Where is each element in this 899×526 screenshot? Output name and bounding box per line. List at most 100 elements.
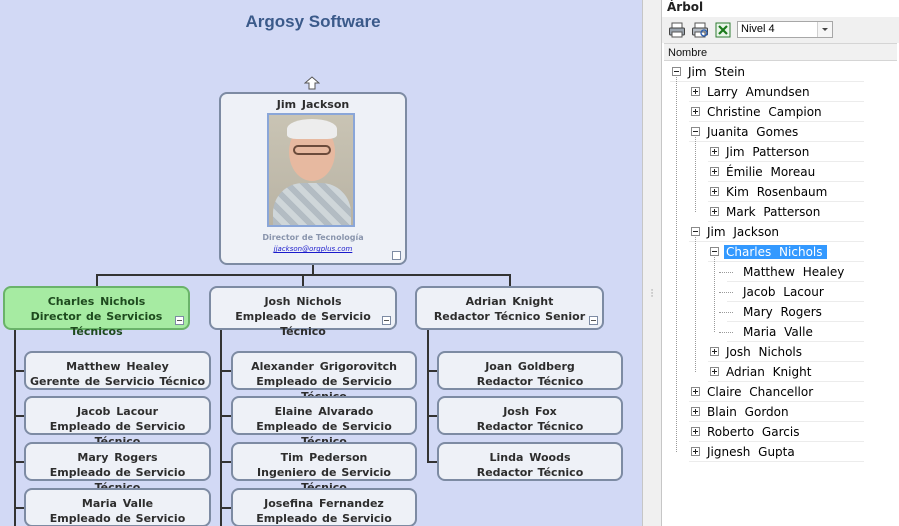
expand-icon[interactable] — [691, 427, 700, 436]
tree-item-label: Charles Nichols — [724, 245, 827, 259]
tree-item-label: Juanita Gomes — [707, 125, 799, 139]
node-title: Redactor Técnico Senior — [433, 310, 586, 323]
printer-icon[interactable] — [668, 21, 686, 39]
node-title: Gerente de Servicio Técnico — [29, 375, 206, 388]
tree-item[interactable]: Jim Stein — [670, 62, 864, 82]
collapse-icon[interactable] — [672, 67, 681, 76]
collapse-icon[interactable] — [589, 316, 598, 325]
tree-item-label: Kim Rosenbaum — [726, 185, 828, 199]
expand-icon[interactable] — [710, 347, 719, 356]
tree-guide — [695, 237, 696, 372]
tree-guide — [714, 257, 715, 332]
chart-title: Argosy Software — [245, 12, 381, 31]
node-name: Maria Valle — [81, 497, 154, 510]
node-name: Jacob Lacour — [76, 405, 159, 418]
org-node-manager[interactable]: Charles Nichols Director de Servicios Té… — [3, 286, 190, 338]
tree-item[interactable]: Claire Chancellor — [689, 382, 864, 402]
level-select[interactable]: Nivel 4 — [737, 21, 833, 38]
org-node-report[interactable]: Jacob Lacour Empleado de Servicio Técnic… — [24, 396, 211, 448]
org-node-report[interactable]: Joan Goldberg Redactor Técnico — [437, 351, 623, 390]
collapse-icon[interactable] — [392, 251, 401, 260]
org-node-manager[interactable]: Adrian Knight Redactor Técnico Senior — [415, 286, 604, 330]
grip-icon: · · · — [650, 286, 654, 302]
collapse-icon[interactable] — [382, 316, 391, 325]
tree-item[interactable]: Kim Rosenbaum — [708, 182, 864, 202]
collapse-icon[interactable] — [691, 227, 700, 236]
tree-item[interactable]: Émilie Moreau — [708, 162, 864, 182]
org-node-report[interactable]: Matthew Healey Gerente de Servicio Técni… — [24, 351, 211, 390]
connector-col2-trunk — [220, 330, 222, 526]
org-node-report[interactable]: Tim Pederson Ingeniero de Servicio Técni… — [231, 442, 417, 494]
org-chart-canvas[interactable]: Argosy Software Jim Jackson Director de … — [0, 0, 642, 526]
expand-icon[interactable] — [691, 107, 700, 116]
node-name: Linda Woods — [489, 451, 571, 464]
tree-item[interactable]: Mary Rogers — [719, 302, 864, 322]
node-name: Tim Pederson — [280, 451, 368, 464]
org-node-report[interactable]: Elaine Alvarado Empleado de Servicio Téc… — [231, 396, 417, 448]
connector-col3-trunk — [427, 330, 429, 463]
tree-item[interactable]: Adrian Knight — [708, 362, 864, 382]
panel-splitter[interactable]: · · · — [642, 0, 662, 526]
expand-icon[interactable] — [710, 367, 719, 376]
collapse-icon[interactable] — [691, 127, 700, 136]
org-node-report[interactable]: Linda Woods Redactor Técnico — [437, 442, 623, 481]
node-name: Adrian Knight — [465, 295, 554, 308]
expand-icon[interactable] — [710, 187, 719, 196]
tree-item-label: Claire Chancellor — [707, 385, 814, 399]
tree-item[interactable]: Blain Gordon — [689, 402, 864, 422]
collapse-icon[interactable] — [175, 316, 184, 325]
tree-item[interactable]: Maria Valle — [719, 322, 864, 342]
tree-item[interactable]: Jignesh Gupta — [689, 442, 864, 462]
collapse-icon[interactable] — [710, 247, 719, 256]
node-title: Empleado de Servicio Técnico — [235, 310, 371, 338]
org-node-report[interactable]: Maria Valle Empleado de Servicio Técnico — [24, 488, 211, 526]
org-node-report[interactable]: Josefina Fernandez Empleado de Servicio … — [231, 488, 417, 526]
org-node-report[interactable]: Alexander Grigorovitch Empleado de Servi… — [231, 351, 417, 403]
excel-export-icon[interactable] — [714, 21, 732, 39]
expand-icon[interactable] — [691, 407, 700, 416]
org-node-report[interactable]: Josh Fox Redactor Técnico — [437, 396, 623, 435]
tree-item-label: Maria Valle — [743, 325, 813, 339]
tree-item[interactable]: Charles Nichols — [708, 242, 864, 262]
tree-item[interactable]: Roberto Garcis — [689, 422, 864, 442]
tree-item[interactable]: Juanita Gomes — [689, 122, 864, 142]
node-title: Redactor Técnico — [476, 420, 584, 433]
node-name: Jim Jackson — [276, 98, 350, 111]
node-name: Mary Rogers — [77, 451, 158, 464]
node-email-link[interactable]: jjackson@orgplus.com — [221, 245, 405, 253]
tree-item-label: Adrian Knight — [726, 365, 812, 379]
tree-item[interactable]: Jim Jackson — [689, 222, 864, 242]
expand-icon[interactable] — [691, 387, 700, 396]
node-name: Josh Fox — [503, 405, 557, 418]
expand-icon[interactable] — [691, 87, 700, 96]
tree-item[interactable]: Larry Amundsen — [689, 82, 864, 102]
tree-item[interactable]: Josh Nichols — [708, 342, 864, 362]
org-node-report[interactable]: Mary Rogers Empleado de Servicio Técnico — [24, 442, 211, 494]
navigate-up-icon[interactable] — [304, 76, 320, 90]
tree-item[interactable]: Jim Patterson — [708, 142, 864, 162]
expand-icon[interactable] — [691, 447, 700, 456]
tree-connector — [719, 272, 733, 273]
tree-item-label: Jim Stein — [688, 65, 746, 79]
org-node-root[interactable]: Jim Jackson Director de Tecnología jjack… — [219, 92, 407, 265]
tree-item[interactable]: Christine Campion — [689, 102, 864, 122]
column-header-nombre[interactable]: Nombre — [664, 43, 897, 61]
print-preview-icon[interactable] — [691, 21, 709, 39]
expand-icon[interactable] — [710, 207, 719, 216]
expand-icon[interactable] — [710, 147, 719, 156]
node-name: Joan Goldberg — [485, 360, 575, 373]
tree-item[interactable]: Mark Patterson — [708, 202, 864, 222]
tree-item[interactable]: Jacob Lacour — [719, 282, 864, 302]
tree-item-label: Jignesh Gupta — [707, 445, 795, 459]
tree-item-label: Jacob Lacour — [743, 285, 824, 299]
org-node-manager[interactable]: Josh Nichols Empleado de Servicio Técnic… — [209, 286, 397, 338]
expand-icon[interactable] — [710, 167, 719, 176]
tree-connector — [719, 332, 733, 333]
node-title: Director de Servicios Técnicos — [30, 310, 163, 338]
chevron-down-icon[interactable] — [817, 22, 832, 37]
tree-item[interactable]: Matthew Healey — [719, 262, 864, 282]
tree-toolbar: Nivel 4 — [662, 17, 899, 43]
tree-item-label: Mark Patterson — [726, 205, 821, 219]
tree-item-label: Jim Patterson — [726, 145, 810, 159]
tree-item-label: Josh Nichols — [726, 345, 802, 359]
